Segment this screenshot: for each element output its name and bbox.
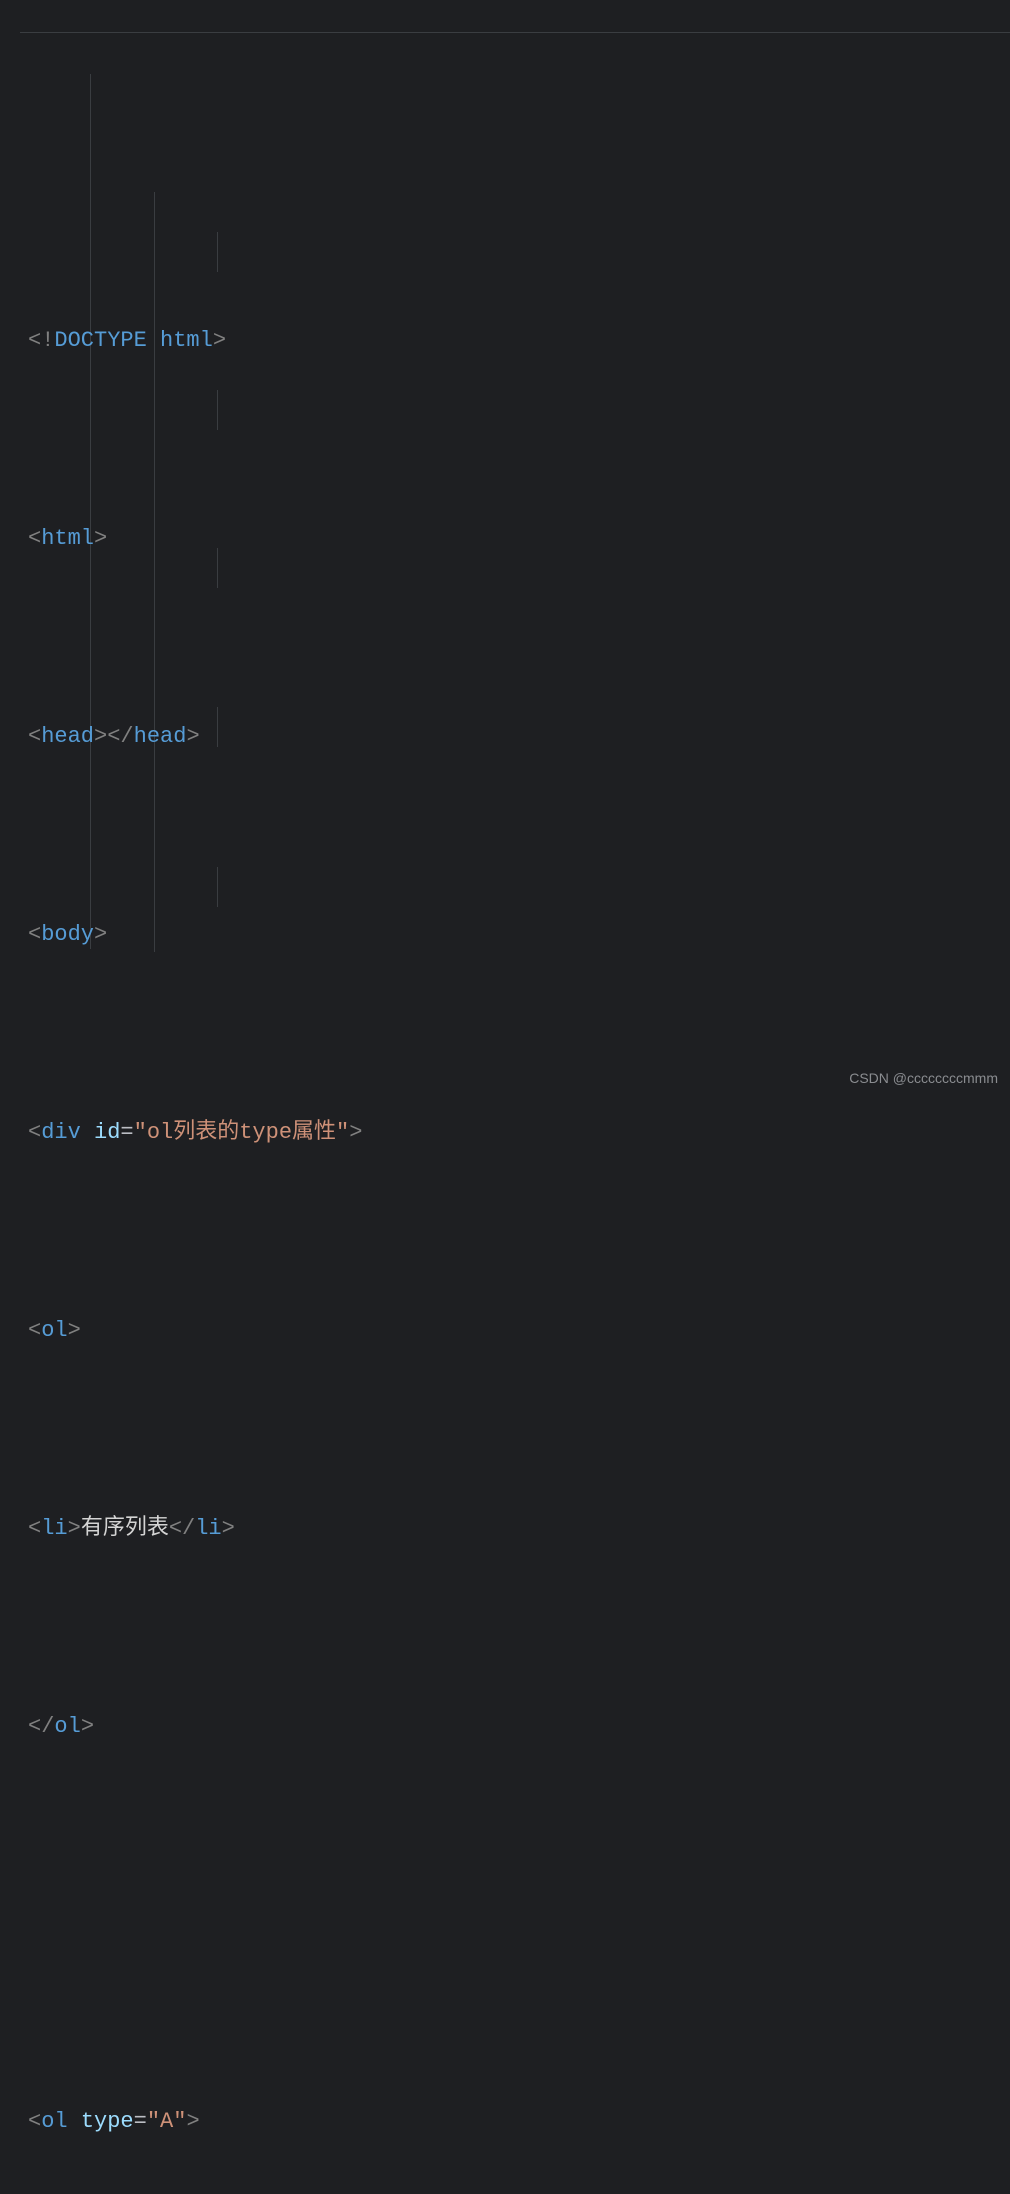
tag-body: body [41, 915, 94, 955]
attr-type: type [81, 2102, 134, 2142]
tag-head-close: head [134, 717, 187, 757]
html-keyword: html [160, 321, 213, 361]
code-line[interactable] [28, 1905, 1010, 1945]
attr-id: id [94, 1113, 120, 1153]
code-line[interactable]: <ol type="A"> [28, 2102, 1010, 2142]
code-line[interactable]: <head></head> [28, 717, 1010, 757]
tag-div: div [41, 1113, 81, 1153]
string-type-A: "A" [147, 2102, 187, 2142]
watermark: CSDN @ccccccccmmm [849, 1066, 998, 1091]
doctype-keyword: DOCTYPE [54, 321, 146, 361]
tag-ol: ol [41, 1311, 67, 1351]
tag-li: li [41, 1509, 67, 1549]
string-div-id: "ol列表的type属性" [134, 1113, 350, 1153]
code-line[interactable]: <html> [28, 519, 1010, 559]
tag-head: head [41, 717, 94, 757]
angle-bracket: > [213, 321, 226, 361]
editor-top-rule [20, 32, 1010, 33]
angle-bracket: < [28, 321, 41, 361]
code-line[interactable]: <div id="ol列表的type属性"> [28, 1113, 1010, 1153]
code-line[interactable]: <li>有序列表</li> [28, 1509, 1010, 1549]
li-text: 有序列表 [81, 1509, 169, 1549]
code-line[interactable]: <!DOCTYPE html> [28, 321, 1010, 361]
tag-html: html [41, 519, 94, 559]
bang: ! [41, 321, 54, 361]
code-line[interactable]: <body> [28, 915, 1010, 955]
code-editor[interactable]: <!DOCTYPE html> <html> <head></head> <bo… [0, 0, 1010, 2194]
code-line[interactable]: <ol> [28, 1311, 1010, 1351]
code-line[interactable]: </ol> [28, 1707, 1010, 1747]
